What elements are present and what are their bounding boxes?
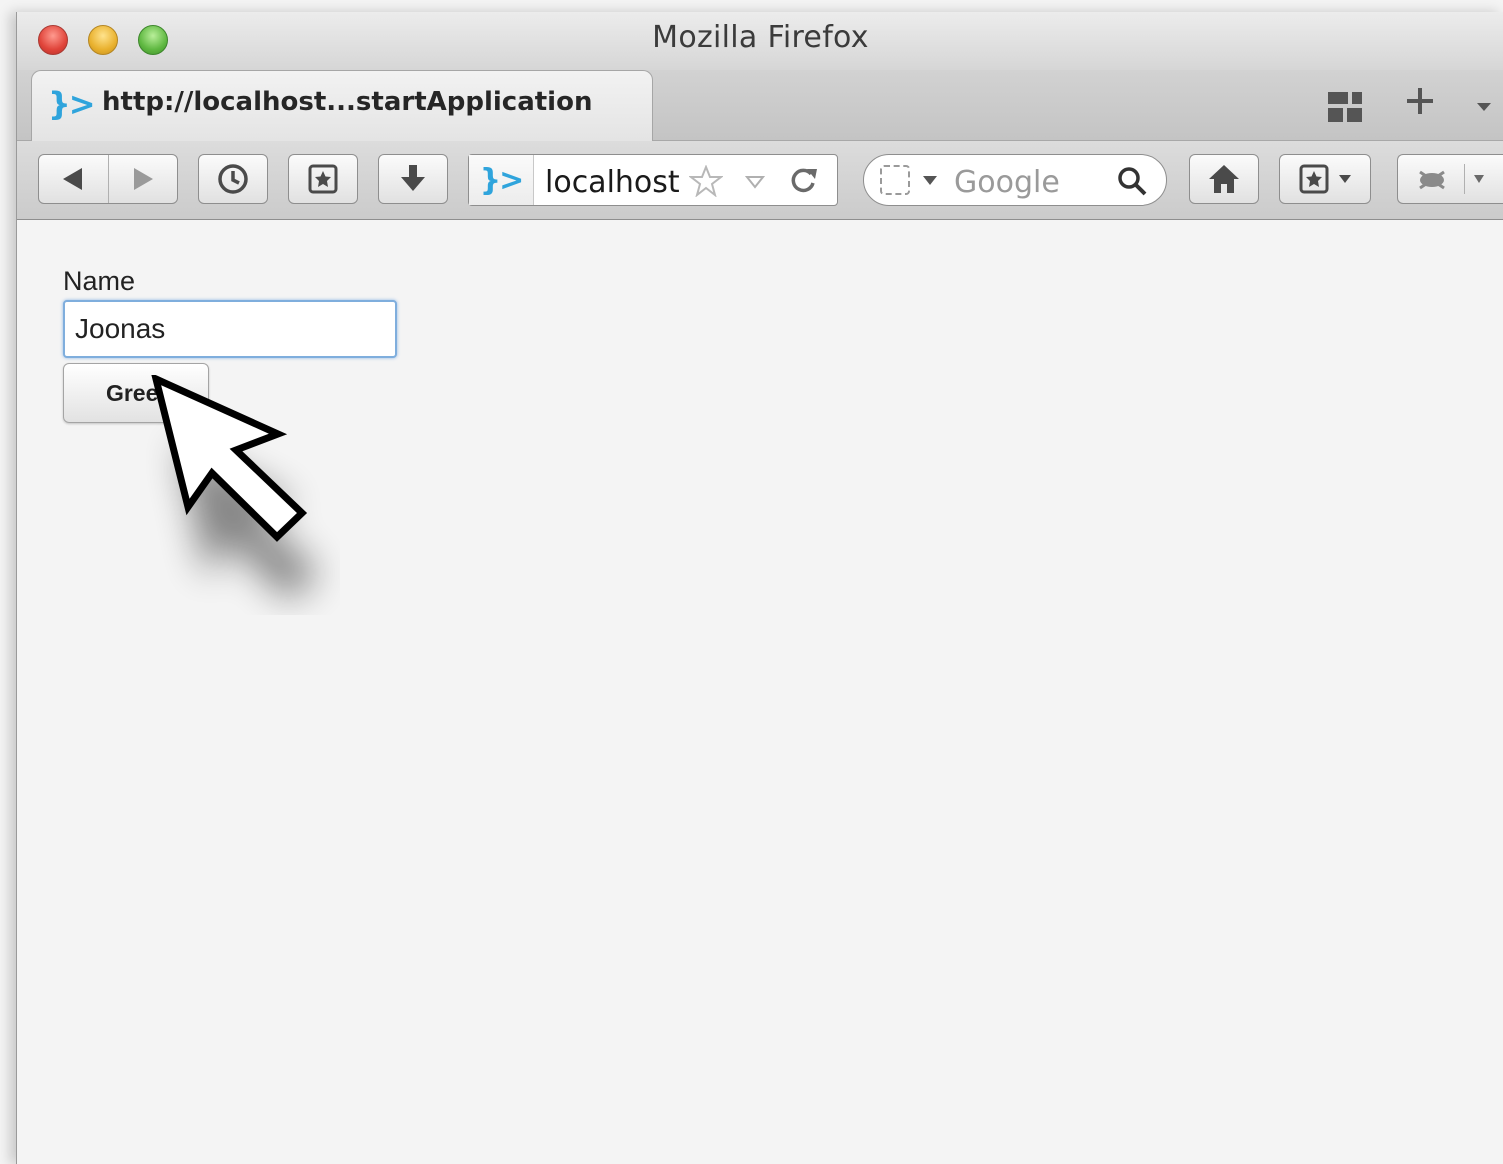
download-button[interactable] — [378, 154, 448, 204]
plus-icon — [1407, 88, 1433, 114]
title-bar: Mozilla Firefox — [17, 12, 1503, 70]
mouse-pointer-icon — [151, 375, 320, 601]
history-icon — [218, 164, 248, 194]
forward-icon — [133, 168, 153, 190]
back-button[interactable] — [39, 155, 109, 203]
search-bar[interactable]: Google — [863, 154, 1167, 206]
bookmark-star-icon[interactable] — [689, 165, 723, 197]
tab-strip: }> http://localhost...startApplication — [17, 70, 1503, 141]
chevron-down-icon — [1474, 175, 1484, 183]
history-button[interactable] — [198, 154, 268, 204]
addon-icon — [1419, 170, 1445, 190]
url-text: localhost — [545, 165, 680, 200]
chevron-down-icon — [1477, 103, 1491, 111]
forward-button[interactable] — [109, 155, 178, 203]
home-button[interactable] — [1189, 154, 1259, 204]
back-icon — [63, 168, 83, 190]
home-icon — [1209, 165, 1239, 193]
vaadin-icon: }> — [48, 85, 96, 123]
back-forward-group — [38, 154, 178, 204]
bookmarks-button[interactable] — [288, 154, 358, 204]
url-bar[interactable]: }> localhost — [468, 154, 838, 206]
tab-groups-icon — [1328, 92, 1362, 122]
bookmarks-menu-icon — [1299, 164, 1329, 194]
bookmarks-menu-button[interactable] — [1279, 154, 1371, 204]
window-title: Mozilla Firefox — [652, 20, 869, 55]
addon-button[interactable] — [1397, 154, 1503, 204]
vaadin-icon[interactable]: }> — [469, 155, 534, 205]
addon-divider — [1464, 164, 1465, 194]
search-icon[interactable] — [1116, 165, 1148, 197]
download-icon — [401, 165, 425, 191]
bookmarks-icon — [308, 164, 338, 194]
search-placeholder: Google — [954, 165, 1060, 200]
chevron-down-icon — [923, 176, 937, 185]
chevron-down-icon — [1339, 175, 1351, 183]
navigation-toolbar: }> localhost Google — [17, 141, 1503, 220]
tab-active[interactable]: }> http://localhost...startApplication — [31, 70, 653, 141]
url-dropdown-icon[interactable] — [745, 175, 765, 189]
tab-title: http://localhost...startApplication — [102, 87, 593, 117]
page-content: Name Greet — [17, 220, 1503, 1164]
tab-list-button[interactable] — [1475, 100, 1493, 118]
new-tab-button[interactable] — [1405, 86, 1435, 121]
tab-groups-button[interactable] — [1327, 90, 1363, 131]
reload-icon[interactable] — [787, 165, 819, 197]
name-input[interactable] — [63, 300, 397, 358]
search-engine-icon[interactable] — [880, 165, 910, 195]
name-label: Name — [63, 266, 136, 296]
